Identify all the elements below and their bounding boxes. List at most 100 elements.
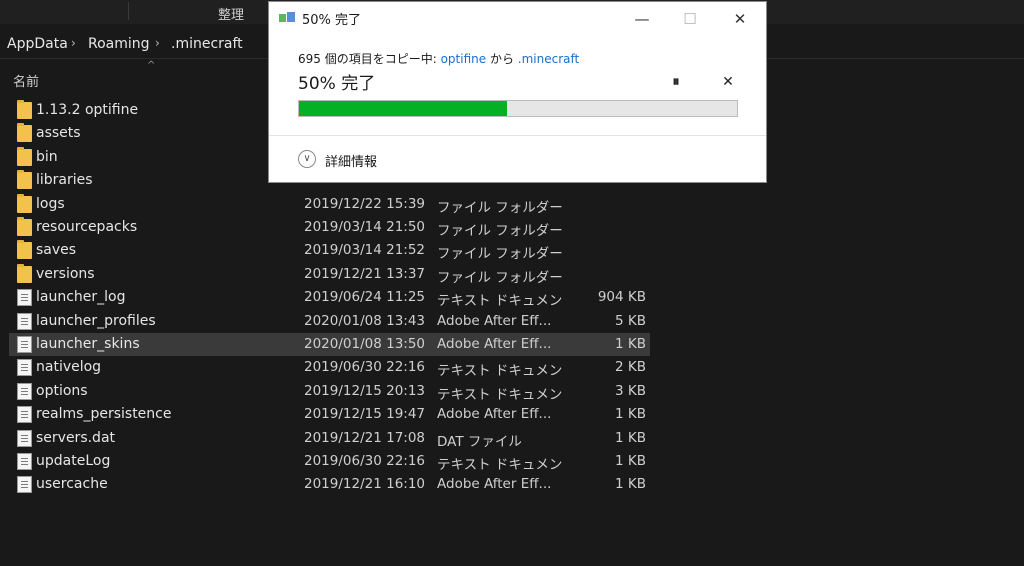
source-link[interactable]: optifine	[441, 52, 487, 66]
file-type: ファイル フォルダー	[437, 223, 562, 239]
file-type: テキスト ドキュメント	[437, 386, 562, 403]
folder-icon	[17, 170, 32, 190]
file-row[interactable]: saves 2019/03/14 21:52 ファイル フォルダー	[9, 239, 650, 262]
file-row[interactable]: resourcepacks 2019/03/14 21:50 ファイル フォルダー	[9, 216, 650, 239]
breadcrumb-chevron-icon[interactable]: ›	[71, 36, 76, 50]
file-row[interactable]: logs 2019/12/22 15:39 ファイル フォルダー	[9, 193, 650, 216]
file-type: Adobe After Eff...	[437, 336, 552, 352]
progress-bar-fill	[299, 101, 508, 116]
document-icon	[17, 382, 32, 400]
file-name: 1.13.2 optifine	[36, 102, 139, 118]
file-name: options	[36, 382, 88, 399]
maximize-button[interactable]: ☐	[667, 5, 713, 33]
file-row[interactable]: realms_persistence 2019/12/15 19:47 Adobe …	[9, 403, 650, 426]
file-date: 2019/03/14 21:52	[304, 242, 426, 259]
file-type: ファイル フォルダー	[437, 246, 562, 263]
pause-button[interactable]: ⏸	[668, 74, 684, 90]
document-icon	[17, 289, 32, 307]
file-size: 1 KB	[615, 406, 646, 423]
folder-icon	[17, 263, 32, 283]
file-type: DAT ファイル	[437, 433, 522, 450]
file-row[interactable]: options 2019/12/15 20:13 テキスト ドキュメント 3 KB	[9, 380, 650, 403]
file-date: 2019/06/30 22:16	[304, 453, 426, 469]
file-size: 904 KB	[597, 289, 646, 306]
copy-status-line: 695 個の項目をコピー中: optifine から .minecraft	[298, 50, 579, 67]
document-icon	[17, 476, 32, 494]
file-date: 2019/03/14 21:50	[304, 219, 426, 235]
copy-icon	[279, 12, 295, 24]
file-row[interactable]: launcher_log 2019/06/24 11:25 テキスト ドキュメント 9…	[9, 286, 650, 309]
file-name: bin	[36, 148, 58, 165]
file-name: logs	[36, 195, 65, 212]
file-size: 1 KB	[615, 453, 646, 469]
file-row[interactable]: launcher_skins 2020/01/08 13:50 Adobe Afte…	[9, 333, 650, 356]
breadcrumb-roaming[interactable]: Roaming	[88, 36, 150, 52]
file-type: Adobe After Eff...	[437, 312, 552, 329]
file-name: versions	[36, 265, 95, 282]
file-type: Adobe After Eff...	[437, 406, 552, 423]
breadcrumb-chevron-icon[interactable]: ›	[155, 36, 160, 50]
file-size: 1 KB	[615, 336, 646, 352]
minimize-button[interactable]: —	[619, 5, 665, 33]
file-size: 1 KB	[615, 476, 646, 493]
file-name: launcher_skins	[36, 336, 140, 352]
document-icon	[17, 453, 32, 470]
folder-icon	[17, 100, 32, 119]
file-name: servers.dat	[36, 429, 116, 446]
breadcrumb-appdata[interactable]: AppData	[7, 36, 68, 52]
more-details-toggle[interactable]: 詳細情報	[325, 151, 377, 170]
file-name: nativelog	[36, 359, 102, 376]
file-size: 1 KB	[615, 429, 646, 446]
organize-group-label[interactable]: 整理	[218, 4, 244, 23]
file-name: resourcepacks	[36, 219, 138, 235]
document-icon	[17, 312, 32, 330]
document-icon	[17, 429, 32, 447]
document-icon	[17, 336, 32, 353]
document-icon	[17, 359, 32, 377]
sort-ascending-icon: ^	[147, 60, 156, 71]
percent-complete-text: 50% 完了	[298, 74, 376, 94]
file-row[interactable]: servers.dat 2019/12/21 17:08 DAT ファイル 1 KB	[9, 427, 650, 450]
file-date: 2020/01/08 13:43	[304, 312, 426, 329]
document-icon	[17, 406, 32, 424]
file-type: Adobe After Eff...	[437, 476, 552, 493]
file-row[interactable]: versions 2019/12/21 13:37 ファイル フォルダー	[9, 263, 650, 286]
file-type: ファイル フォルダー	[437, 269, 562, 286]
ribbon-divider	[128, 2, 129, 20]
chevron-down-icon[interactable]: ∨	[298, 150, 316, 168]
file-date: 2019/12/21 13:37	[304, 265, 426, 282]
file-name: launcher_log	[36, 289, 126, 306]
file-type: テキスト ドキュメント	[437, 457, 562, 473]
file-row[interactable]: launcher_profiles 2020/01/08 13:43 Adobe A…	[9, 310, 650, 333]
close-button[interactable]: ✕	[717, 5, 763, 33]
file-row[interactable]: updateLog 2019/06/30 22:16 テキスト ドキュメント 1 KB	[9, 450, 650, 473]
file-size: 3 KB	[615, 382, 646, 399]
file-date: 2019/06/30 22:16	[304, 359, 426, 376]
file-name: libraries	[36, 172, 93, 189]
file-date: 2019/12/15 19:47	[304, 406, 426, 423]
column-header-name[interactable]: 名前	[13, 71, 39, 90]
breadcrumb-minecraft[interactable]: .minecraft	[171, 36, 243, 52]
file-name: saves	[36, 242, 77, 259]
file-size: 2 KB	[615, 359, 646, 376]
copy-progress-dialog: 50% 完了 — ☐ ✕ 695 個の項目をコピー中: optifine から …	[268, 1, 767, 183]
file-name: assets	[36, 125, 81, 142]
dialog-divider	[269, 135, 766, 136]
file-type: テキスト ドキュメント	[437, 363, 562, 380]
file-date: 2019/12/22 15:39	[304, 195, 426, 212]
file-date: 2019/06/24 11:25	[304, 289, 426, 306]
progress-bar	[298, 100, 738, 117]
folder-icon	[17, 123, 32, 143]
file-row[interactable]: nativelog 2019/06/30 22:16 テキスト ドキュメント 2 KB	[9, 356, 650, 379]
file-name: realms_persistence	[36, 406, 172, 423]
file-type: テキスト ドキュメント	[437, 293, 562, 310]
file-date: 2019/12/21 17:08	[304, 429, 426, 446]
destination-link[interactable]: .minecraft	[518, 52, 579, 66]
dialog-title: 50% 完了	[302, 13, 362, 28]
cancel-copy-button[interactable]: ✕	[720, 74, 736, 90]
file-name: launcher_profiles	[36, 312, 156, 329]
file-date: 2020/01/08 13:50	[304, 336, 426, 352]
file-row[interactable]: usercache 2019/12/21 16:10 Adobe After Eff…	[9, 473, 650, 496]
folder-icon	[17, 217, 32, 236]
from-word: から	[486, 52, 518, 66]
